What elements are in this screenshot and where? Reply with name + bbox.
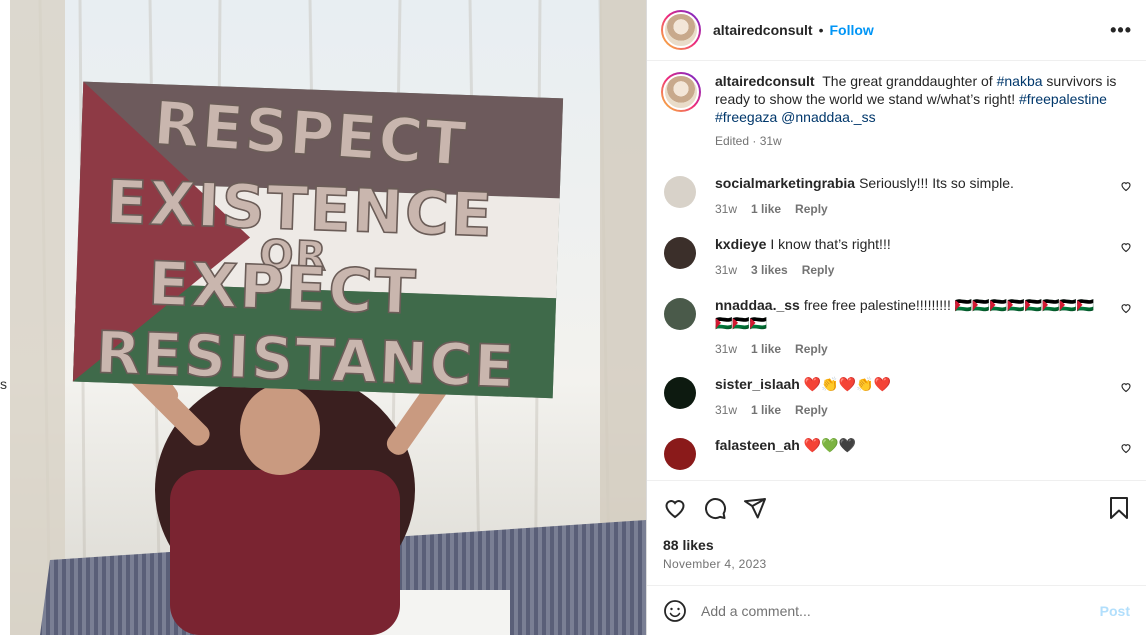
comment-item: nnaddaa._ss free free palestine!!!!!!!!! … [661, 296, 1132, 358]
comment-text: ❤️💚🖤 [803, 437, 857, 453]
hashtag-nakba[interactable]: #nakba [997, 73, 1043, 89]
comment-avatar[interactable] [664, 298, 696, 330]
author-username[interactable]: altairedconsult [713, 22, 813, 38]
heart-icon[interactable] [1120, 241, 1132, 253]
comment-item: socialmarketingrabia Seriously!!! Its so … [661, 174, 1132, 218]
comment-avatar[interactable] [664, 176, 696, 208]
reply-button[interactable]: Reply [802, 263, 835, 277]
comment-username[interactable]: sister_islaah [715, 376, 800, 392]
comment-avatar[interactable] [664, 377, 696, 409]
caption-text-before: The great granddaughter of [822, 73, 993, 89]
post-date[interactable]: November 4, 2023 [663, 557, 1130, 571]
instagram-post-view: s RESPECT EXISTENCE OR EXPECT RESISTANCE… [0, 0, 1146, 635]
comment-likes[interactable]: 1 like [751, 202, 781, 216]
comment-icon[interactable] [703, 496, 727, 520]
comment-username[interactable]: socialmarketingrabia [715, 175, 855, 191]
sign-line-4: EXPECT [147, 249, 418, 328]
bookmark-icon[interactable] [1108, 496, 1130, 520]
photo-illustration: RESPECT EXISTENCE OR EXPECT RESISTANCE [10, 0, 646, 635]
comment-item: kxdieye I know that’s right!!! 31w 3 likes… [661, 235, 1132, 279]
heart-icon[interactable] [1120, 180, 1132, 192]
caption-text: altairedconsult The great granddaughter … [715, 72, 1125, 126]
comment-likes[interactable]: 3 likes [751, 263, 788, 277]
reply-button[interactable]: Reply [795, 403, 828, 417]
follow-button[interactable]: Follow [830, 22, 874, 38]
hashtag-freepalestine[interactable]: #freepalestine [1019, 91, 1107, 107]
comment-likes[interactable]: 1 like [751, 403, 781, 417]
comment-text: I know that’s right!!! [770, 236, 891, 252]
post-side-panel: altairedconsult • Follow ••• altairedcon… [646, 0, 1146, 635]
comment-likes[interactable]: 1 like [751, 342, 781, 356]
reply-button[interactable]: Reply [795, 342, 828, 356]
caption-avatar[interactable] [661, 72, 701, 112]
comment-username[interactable]: nnaddaa._ss [715, 297, 800, 313]
comment-username[interactable]: falasteen_ah [715, 437, 800, 453]
comment-time[interactable]: 31w [715, 403, 737, 417]
comment-avatar[interactable] [664, 237, 696, 269]
reply-button[interactable]: Reply [795, 202, 828, 216]
comment-composer: Post [647, 585, 1146, 635]
comment-item: sister_islaah ❤️👏❤️👏❤️ 31w 1 like Reply [661, 375, 1132, 419]
more-horizontal-icon[interactable]: ••• [1110, 20, 1132, 41]
backdrop-glyph: s [0, 376, 7, 392]
backdrop-strip: s [0, 0, 10, 635]
comment-time[interactable]: 31w [715, 342, 737, 356]
emoji-icon[interactable] [663, 599, 687, 623]
comment-time[interactable]: 31w [715, 202, 737, 216]
heart-icon[interactable] [1120, 381, 1132, 393]
post-actions: 88 likes November 4, 2023 [647, 480, 1146, 585]
caption-meta: Edited · 31w [715, 134, 782, 148]
share-icon[interactable] [743, 496, 767, 520]
post-caption: altairedconsult The great granddaughter … [661, 72, 1132, 150]
post-photo[interactable]: RESPECT EXISTENCE OR EXPECT RESISTANCE [10, 0, 646, 635]
post-header: altairedconsult • Follow ••• [647, 0, 1146, 61]
hashtag-freegaza[interactable]: #freegaza [715, 109, 777, 125]
comments-scroll-area[interactable]: altairedconsult The great granddaughter … [647, 62, 1146, 480]
likes-count[interactable]: 88 likes [663, 537, 1130, 553]
comment-text: ❤️👏❤️👏❤️ [803, 376, 892, 392]
author-avatar[interactable] [661, 10, 701, 50]
comment-item: falasteen_ah ❤️💚🖤 [661, 436, 1132, 470]
heart-icon[interactable] [663, 496, 687, 520]
heart-icon[interactable] [1120, 442, 1132, 454]
comment-username[interactable]: kxdieye [715, 236, 766, 252]
comment-time[interactable]: 31w [715, 263, 737, 277]
post-comment-button[interactable]: Post [1100, 603, 1130, 619]
mention-link[interactable]: @nnaddaa._ss [781, 109, 875, 125]
heart-icon[interactable] [1120, 302, 1132, 314]
caption-username[interactable]: altairedconsult [715, 73, 815, 89]
comment-input[interactable] [701, 602, 1071, 619]
comment-text: Seriously!!! Its so simple. [859, 175, 1014, 191]
comment-avatar[interactable] [664, 438, 696, 470]
header-separator: • [818, 22, 824, 38]
